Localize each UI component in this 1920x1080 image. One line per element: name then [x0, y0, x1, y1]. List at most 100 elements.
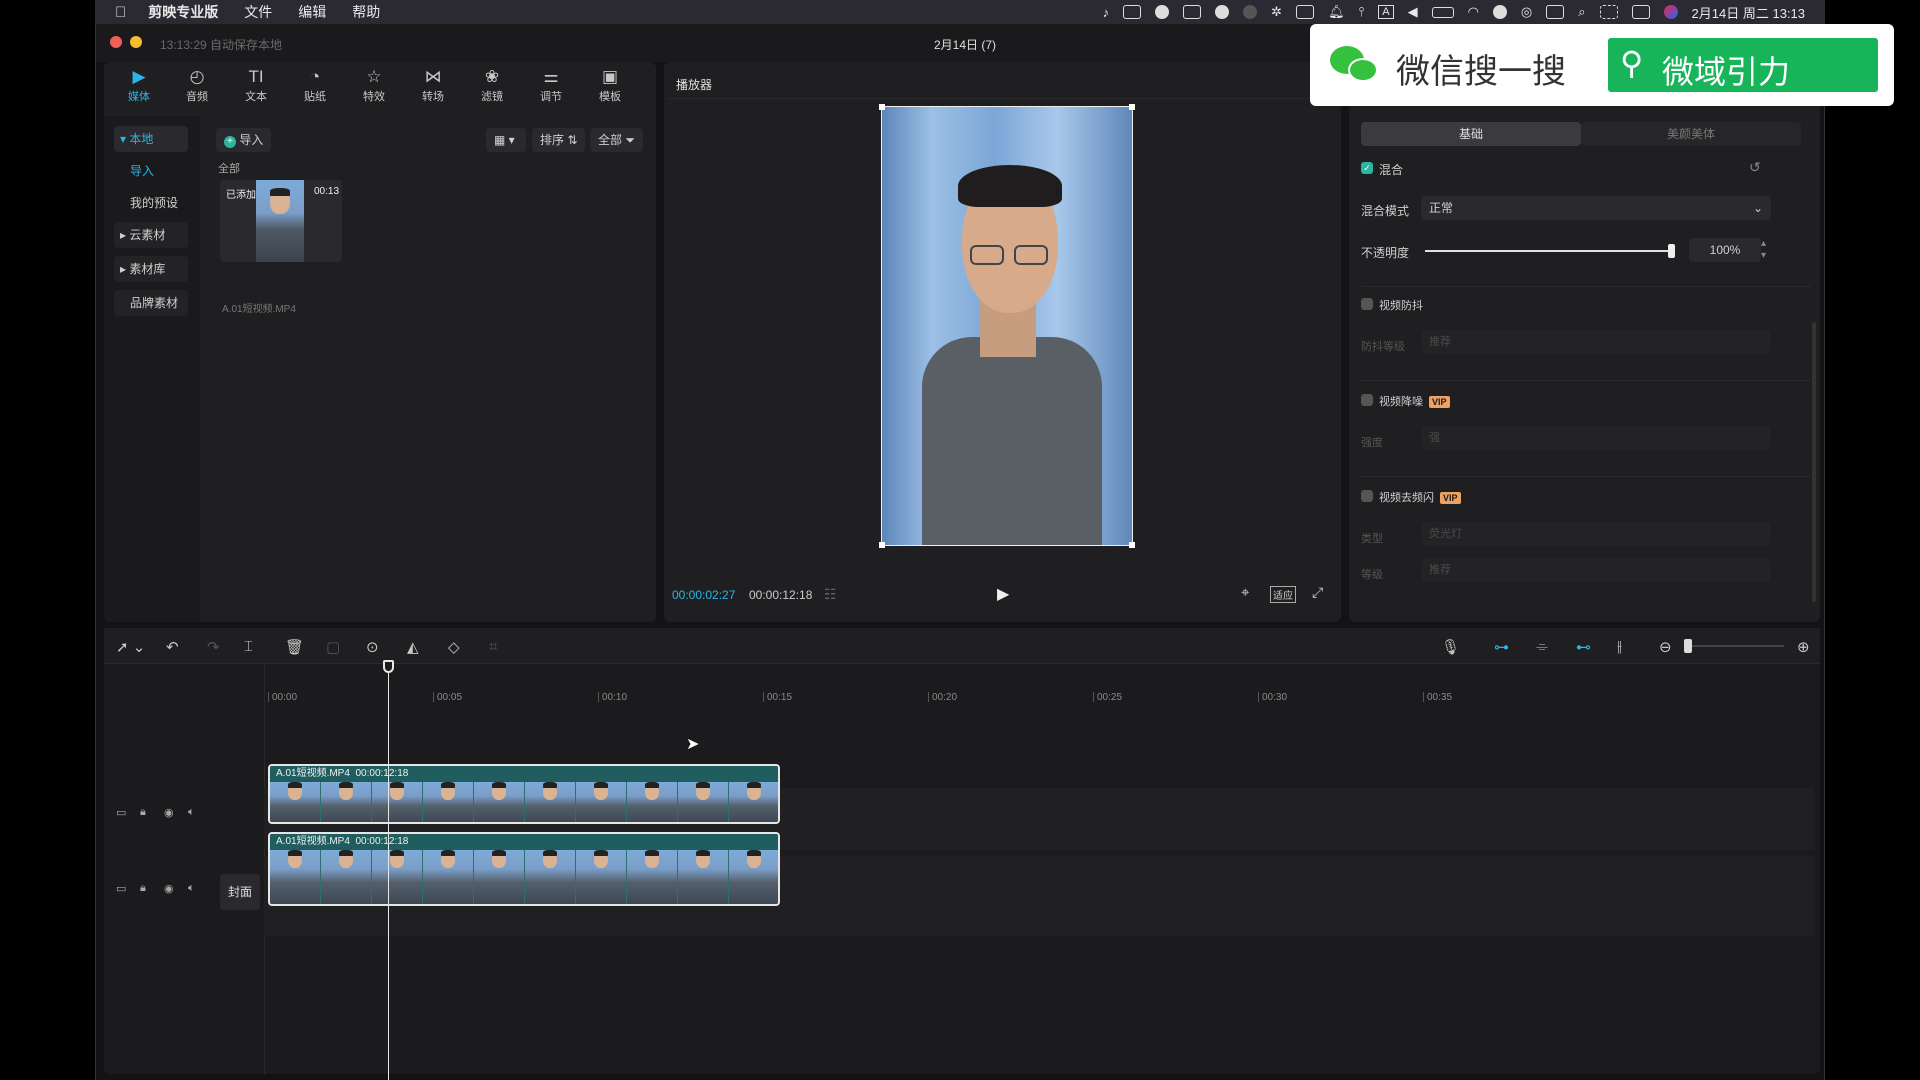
stabilize-checkbox[interactable] — [1361, 298, 1373, 310]
menu-help[interactable]: 帮助 — [352, 2, 380, 22]
lock-icon[interactable]: 🔒︎ — [140, 806, 146, 819]
tiktok-icon[interactable]: ♪ — [1103, 5, 1110, 20]
linkage-icon[interactable]: ⊷ — [1576, 638, 1591, 656]
fan-icon[interactable]: ✲ — [1271, 4, 1282, 20]
rotate-icon[interactable]: ◇ — [448, 638, 460, 656]
tab-text[interactable]: TI 文本 — [231, 66, 281, 104]
sidebar-item-cloud[interactable]: ▸ 云素材 — [114, 222, 188, 248]
select-tool-icon[interactable]: ➚ ⌄ — [116, 638, 145, 656]
filter-all-button[interactable]: 全部 ⏷ — [590, 128, 643, 152]
apple-icon[interactable]:  — [115, 4, 126, 21]
photos-icon[interactable] — [1546, 5, 1565, 19]
sort-button[interactable]: 排序 ⇅ — [532, 128, 586, 152]
timecode-format-icon[interactable]: ☷ — [824, 586, 837, 603]
wechat-menubar-icon[interactable]: ◎ — [1521, 4, 1532, 20]
sidebar-item-brand[interactable]: 品牌素材 — [114, 290, 188, 316]
wifi-icon[interactable]: ◠ — [1468, 4, 1479, 20]
opacity-stepper-icon[interactable]: ▴ ▾ — [1761, 238, 1766, 262]
audio-icon[interactable]: 🔈︎ — [188, 882, 195, 895]
office-icon[interactable] — [1183, 5, 1202, 19]
pin-icon[interactable]: ⫯ — [1359, 4, 1365, 20]
sidebar-item-presets[interactable]: 我的预设 — [114, 190, 188, 216]
close-window-button[interactable] — [110, 36, 122, 48]
cover-button[interactable]: 封面 — [220, 874, 260, 910]
menu-file[interactable]: 文件 — [244, 2, 272, 22]
tab-transition[interactable]: ⋈ 转场 — [408, 66, 458, 104]
tab-media[interactable]: ▶︎ 媒体 — [114, 66, 164, 104]
zoom-in-icon[interactable]: ⊕ — [1797, 638, 1810, 656]
blend-mode-select[interactable]: 正常 ⌄ — [1421, 196, 1771, 220]
input-method-icon[interactable]: A — [1378, 5, 1394, 19]
wechat-search-box[interactable]: ⚲ 微域引力 — [1608, 38, 1878, 92]
fit-ratio-button[interactable]: 适应 — [1270, 586, 1296, 603]
siri-icon[interactable] — [1663, 5, 1678, 19]
freeze-icon[interactable]: ▢ — [326, 638, 340, 656]
opacity-slider-track[interactable] — [1425, 244, 1675, 258]
crop-handle[interactable] — [1129, 104, 1135, 110]
media-player-icon[interactable] — [1492, 5, 1507, 19]
sidebar-item-import[interactable]: 导入 — [114, 158, 188, 184]
crop-handle[interactable] — [879, 542, 885, 548]
track-toggle-icon[interactable]: ▭ — [116, 806, 126, 819]
status-dot-icon[interactable] — [1243, 5, 1258, 19]
reset-icon[interactable]: ↺ — [1749, 159, 1761, 176]
eye-icon[interactable]: ◉ — [164, 806, 174, 819]
sidebar-item-library[interactable]: ▸ 素材库 — [114, 256, 188, 282]
sidebar-item-local[interactable]: ▾ 本地 — [114, 126, 188, 152]
tab-audio[interactable]: ◴ 音频 — [172, 66, 222, 104]
crop-handle[interactable] — [879, 104, 885, 110]
tab-adjust[interactable]: ⚌ 调节 — [526, 66, 576, 104]
timeline-clip-overlay[interactable]: A.01短视频.MP4 00:00:12:18 — [268, 764, 780, 824]
crop-handle[interactable] — [1129, 542, 1135, 548]
auto-snap-icon[interactable]: ⌯ — [1536, 638, 1548, 655]
undo-icon[interactable]: ↶ — [166, 638, 179, 656]
properties-scrollbar[interactable] — [1812, 322, 1816, 602]
tab-beauty[interactable]: 美颜美体 — [1581, 122, 1801, 146]
track-toggle-icon[interactable]: ▭ — [116, 882, 126, 895]
notification-bell-icon[interactable]: 🔔︎ — [1328, 4, 1345, 20]
menu-edit[interactable]: 编辑 — [298, 2, 326, 22]
redo-icon[interactable]: ↷ — [207, 638, 220, 656]
blend-checkbox[interactable]: ✓ — [1361, 162, 1373, 174]
media-clip-thumbnail[interactable]: 已添加 00:13 — [220, 180, 342, 262]
deflicker-level-select[interactable]: 推荐 — [1421, 558, 1771, 582]
status-circle-icon[interactable] — [1215, 5, 1230, 19]
deflicker-checkbox[interactable] — [1361, 490, 1373, 502]
opacity-slider-handle[interactable] — [1668, 244, 1675, 258]
play-button[interactable]: ▶ — [997, 584, 1009, 604]
lock-icon[interactable]: 🔒︎ — [140, 882, 146, 895]
tab-effects[interactable]: ☆ 特效 — [349, 66, 399, 104]
menu-app-name[interactable]: 剪映专业版 — [148, 2, 218, 22]
play-store-icon[interactable] — [1296, 5, 1315, 19]
tab-basic[interactable]: 基础 — [1361, 122, 1581, 146]
video-preview[interactable] — [881, 106, 1133, 546]
zoom-out-icon[interactable]: ⊖ — [1659, 638, 1672, 656]
import-button[interactable]: + 导入 — [216, 128, 272, 152]
timeline-clip-main[interactable]: A.01短视频.MP4 00:00:12:18 — [268, 832, 780, 906]
split-icon[interactable]: ⌶ — [244, 638, 253, 655]
cloud-sync-icon[interactable] — [1155, 5, 1170, 19]
main-track-magnet-icon[interactable]: ⊶ — [1494, 638, 1509, 656]
screen-mirror-icon[interactable] — [1599, 5, 1618, 19]
delete-icon[interactable]: 🗑︎ — [285, 638, 304, 656]
denoise-strength-select[interactable]: 强 — [1421, 426, 1771, 450]
crop-icon[interactable]: ⌗ — [489, 638, 497, 655]
reverse-play-icon[interactable]: ⊙ — [366, 638, 379, 656]
battery-icon[interactable] — [1431, 6, 1454, 18]
preview-axis-icon[interactable]: ⫲ — [1617, 638, 1622, 655]
playhead-line[interactable] — [388, 660, 389, 1080]
control-center-icon[interactable] — [1631, 5, 1650, 19]
minimize-window-button[interactable] — [130, 36, 142, 48]
screen-record-icon[interactable] — [1123, 5, 1142, 19]
zoom-slider[interactable] — [1684, 639, 1784, 653]
eye-icon[interactable]: ◉ — [164, 882, 174, 895]
view-mode-button[interactable]: ▦ ▾ — [486, 128, 526, 152]
playhead-handle[interactable] — [383, 660, 394, 673]
microphone-icon[interactable]: 🎙︎ — [1441, 638, 1460, 656]
denoise-checkbox[interactable] — [1361, 394, 1373, 406]
mirror-icon[interactable]: ◭ — [407, 638, 419, 656]
menubar-datetime[interactable]: 2月14日 周二 13:13 — [1692, 3, 1805, 22]
zoom-slider-handle[interactable] — [1684, 639, 1692, 653]
opacity-input[interactable]: 100% — [1689, 238, 1761, 262]
fullscreen-icon[interactable]: ⤢ — [1312, 584, 1323, 601]
